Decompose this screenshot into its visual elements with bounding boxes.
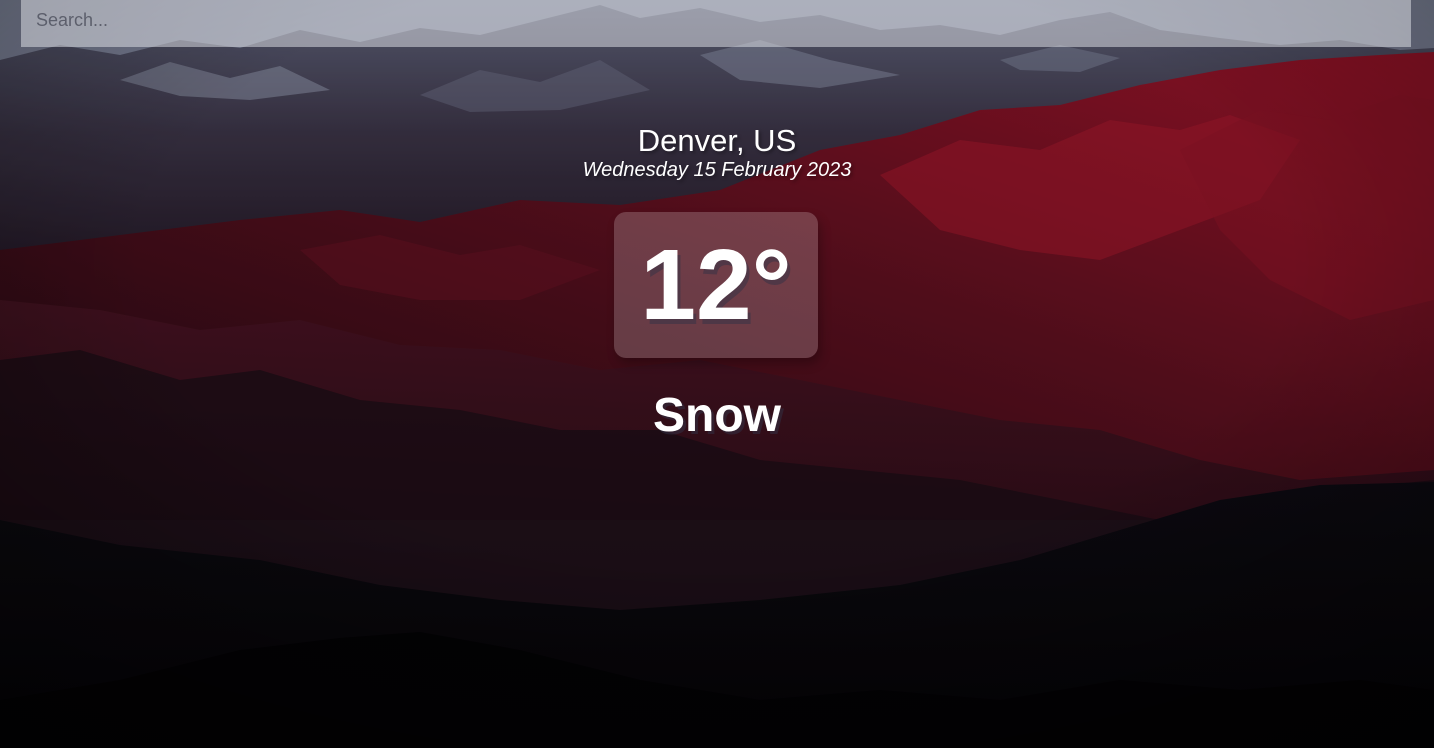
search-input[interactable] bbox=[21, 0, 1411, 47]
search-bar bbox=[21, 0, 1411, 47]
location-name: Denver, US bbox=[637, 123, 797, 158]
location-box: Denver, US Wednesday 15 February 2023 bbox=[0, 122, 1434, 181]
temperature-display: 12° bbox=[614, 212, 818, 358]
mountain-background-image bbox=[0, 0, 1434, 748]
weather-condition: Snow bbox=[653, 389, 781, 442]
current-date: Wednesday 15 February 2023 bbox=[582, 159, 852, 181]
weather-app: Denver, US Wednesday 15 February 2023 12… bbox=[0, 0, 1434, 748]
